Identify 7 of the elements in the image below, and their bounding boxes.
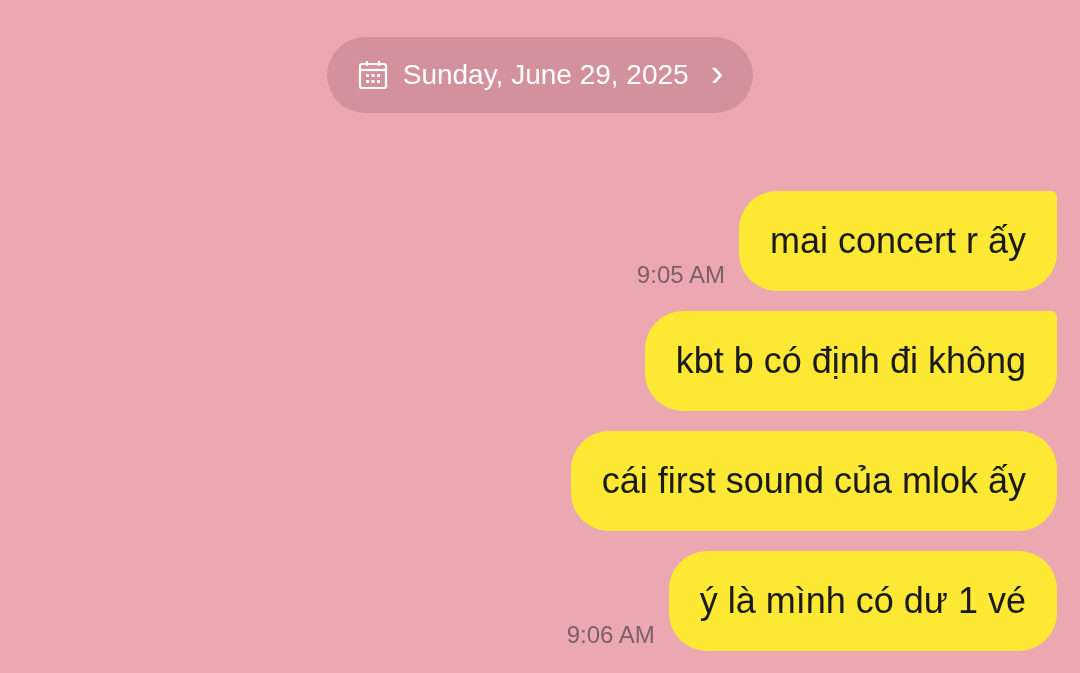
message-time: 9:05 AM: [636, 261, 725, 290]
message-bubble[interactable]: kbt b có định đi không: [644, 311, 1057, 411]
calendar-icon: [356, 59, 389, 91]
message-time: 9:06 AM: [566, 621, 655, 650]
message-bubble[interactable]: cái first sound của mlok ấy: [570, 431, 1057, 531]
message-bubble[interactable]: mai concert r ấy: [738, 191, 1057, 291]
message-bubble[interactable]: ý là mình có dư 1 vé: [668, 551, 1057, 651]
